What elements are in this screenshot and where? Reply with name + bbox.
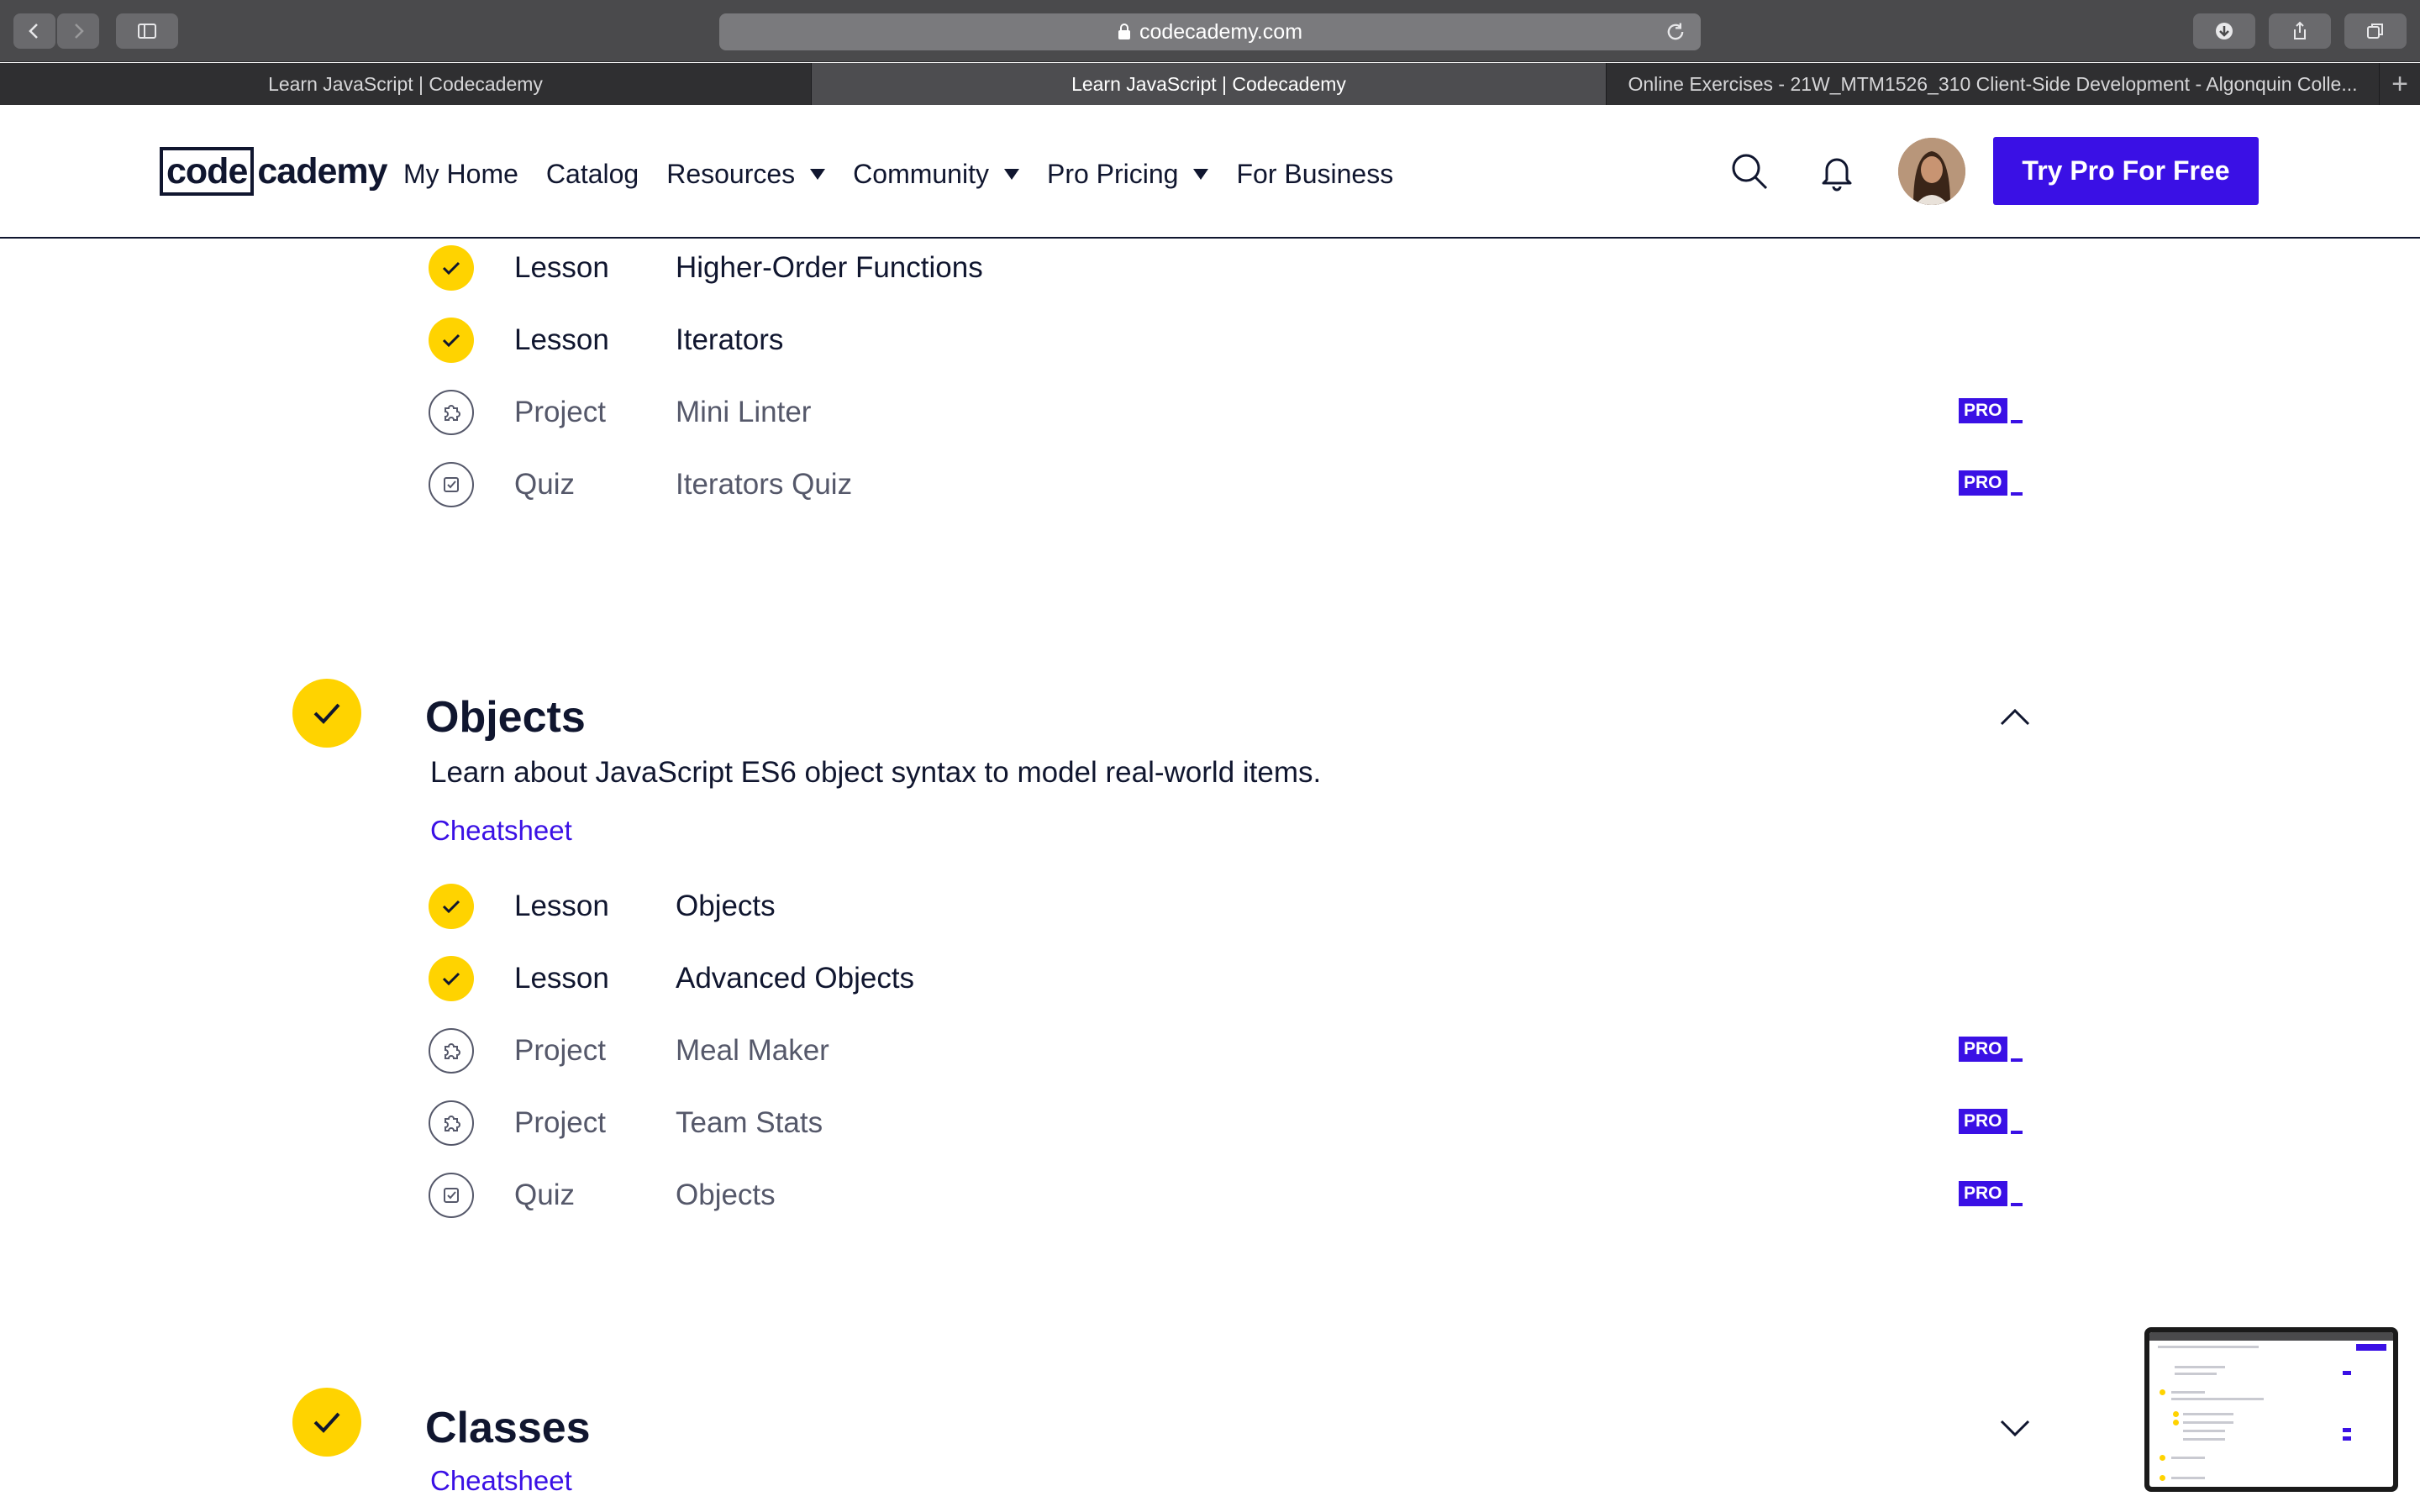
tabs-icon [2367,24,2383,39]
nav-pro-pricing[interactable]: Pro Pricing [1047,159,1209,190]
list-item[interactable]: Quiz Objects PRO [429,1170,2025,1221]
back-button[interactable] [13,13,55,49]
browser-tab[interactable]: Learn JavaScript | Codecademy [0,63,812,105]
list-item[interactable]: Quiz Iterators Quiz PRO [429,459,2025,510]
downloads-button[interactable] [2193,13,2255,49]
try-pro-button[interactable]: Try Pro For Free [1993,137,2259,205]
caret-down-icon [1193,168,1209,180]
pro-badge: PRO [1959,470,2023,496]
pro-badge: PRO [1959,1037,2023,1062]
pro-badge: PRO [1959,398,2023,423]
download-icon [2216,23,2233,39]
module-complete-check-icon [292,1388,361,1457]
url-text: codecademy.com [1139,19,1303,44]
module-description: Learn about JavaScript ES6 object syntax… [430,756,1322,789]
logo-rest-text: cademy [257,150,387,192]
share-icon [2294,21,2306,39]
list-item[interactable]: Lesson Objects [429,881,2025,932]
chevron-up-icon[interactable] [1998,707,2032,727]
module-complete-check-icon [292,679,361,748]
sidebar-icon [138,24,156,39]
quiz-icon [429,462,474,507]
browser-tab-strip: Learn JavaScript | Codecademy Learn Java… [0,63,2420,105]
browser-toolbar: codecademy.com [0,0,2420,62]
pro-badge: PRO [1959,1109,2023,1134]
list-item[interactable]: Project Meal Maker PRO [429,1026,2025,1076]
quiz-icon [429,1173,474,1218]
cheatsheet-link[interactable]: Cheatsheet [430,1465,572,1497]
nav-my-home[interactable]: My Home [403,159,518,190]
nav-catalog[interactable]: Catalog [546,159,639,190]
main-nav: My Home Catalog Resources Community Pro … [403,153,1421,195]
lock-icon [1118,24,1130,39]
nav-community[interactable]: Community [853,159,1019,190]
thumbnail-preview [2149,1332,2393,1487]
chevron-left-icon [29,24,38,39]
module-title[interactable]: Classes [425,1403,591,1453]
site-header: code cademy My Home Catalog Resources Com… [0,106,2420,239]
reload-icon[interactable] [1664,20,1687,44]
puzzle-icon [429,1100,474,1146]
list-item[interactable]: Lesson Higher-Order Functions [429,243,2025,293]
caret-down-icon [1003,168,1019,180]
logo-box-text: code [160,147,255,196]
check-icon [429,318,474,363]
pro-badge: PRO [1959,1181,2023,1206]
module-title[interactable]: Objects [425,692,586,743]
nav-resources[interactable]: Resources [666,159,826,190]
sidebar-toggle-button[interactable] [116,13,178,49]
browser-tab-active[interactable]: Learn JavaScript | Codecademy [812,63,1607,105]
bell-icon[interactable] [1815,150,1859,193]
chevron-right-icon [75,24,84,39]
forward-button[interactable] [57,13,99,49]
puzzle-icon [429,1028,474,1074]
check-icon [429,956,474,1001]
browser-tab[interactable]: Online Exercises - 21W_MTM1526_310 Clien… [1607,63,2380,105]
list-item[interactable]: Project Team Stats PRO [429,1098,2025,1148]
tab-overview-button[interactable] [2344,13,2407,49]
share-button[interactable] [2269,13,2331,49]
check-icon [429,245,474,291]
cheatsheet-link[interactable]: Cheatsheet [430,815,572,847]
caret-down-icon [810,168,826,180]
list-item[interactable]: Lesson Advanced Objects [429,953,2025,1004]
avatar[interactable] [1898,138,1965,205]
list-item[interactable]: Project Mini Linter PRO [429,387,2025,438]
syllabus-content: Lesson Higher-Order Functions Lesson Ite… [0,240,2420,1512]
puzzle-icon [429,390,474,435]
search-icon[interactable] [1728,150,1771,193]
codecademy-logo[interactable]: code cademy [160,146,388,197]
check-icon [429,884,474,929]
chevron-down-icon[interactable] [1998,1418,2032,1438]
nav-for-business[interactable]: For Business [1236,159,1393,190]
address-bar[interactable]: codecademy.com [719,13,1701,50]
list-item[interactable]: Lesson Iterators [429,315,2025,365]
new-tab-button[interactable]: + [2380,63,2420,105]
screenshot-thumbnail[interactable] [2144,1327,2398,1492]
avatar-image [1898,138,1965,205]
